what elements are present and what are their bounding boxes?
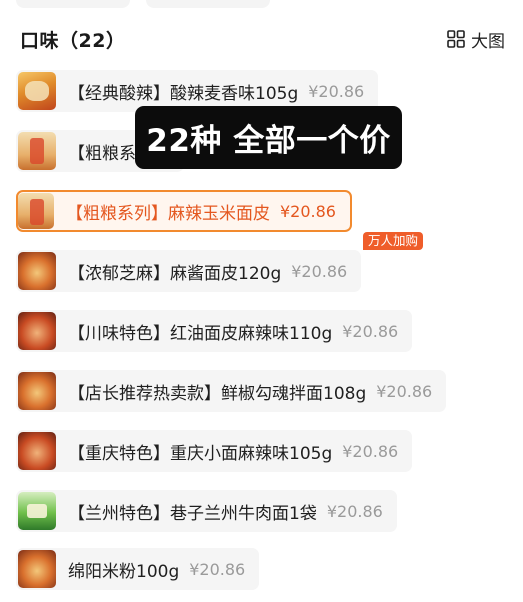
noodle-bowl-image (18, 252, 56, 290)
flavor-option-name: 【粗粮系列】麻辣玉米面皮 (66, 203, 270, 224)
flavor-option[interactable]: 【浓郁芝麻】麻酱面皮120g ¥20.86 (16, 250, 362, 292)
flavor-option-name: 【店长推荐热卖款】鲜椒勾魂拌面108g (68, 383, 367, 404)
grid-view-icon (447, 30, 465, 48)
flavor-option-name: 【重庆特色】重庆小面麻辣味105g (68, 443, 333, 464)
noodle-bag-image (18, 132, 56, 170)
flavor-option-name: 绵阳米粉100g (68, 561, 180, 582)
flavor-option[interactable]: 【兰州特色】巷子兰州牛肉面1袋 ¥20.86 (16, 490, 397, 532)
flavor-option-price: ¥20.86 (342, 441, 399, 461)
flavor-option-selected[interactable]: 【粗粮系列】麻辣玉米面皮 ¥20.86 (16, 190, 352, 232)
flavor-option-price: ¥20.86 (189, 559, 246, 579)
flavor-option-price: ¥20.86 (308, 81, 365, 101)
flavor-option-name: 【兰州特色】巷子兰州牛肉面1袋 (68, 503, 317, 524)
noodle-bowl-image (18, 372, 56, 410)
flavor-header: 口味（22） 大图 (20, 26, 505, 52)
flavor-option-name: 【经典酸辣】酸辣麦香味105g (68, 83, 299, 104)
noodle-pack-image (18, 72, 56, 110)
flavor-option[interactable]: 【重庆特色】重庆小面麻辣味105g ¥20.86 (16, 430, 413, 472)
popular-badge: 万人加购 (363, 232, 424, 250)
large-view-toggle[interactable]: 大图 (447, 27, 505, 52)
flavor-option[interactable]: 绵阳米粉100g ¥20.86 (16, 548, 260, 590)
noodle-pack-image (18, 492, 56, 530)
previous-section-tab (16, 0, 130, 8)
flavor-section-title: 口味（22） (20, 29, 126, 52)
large-view-label: 大图 (471, 31, 505, 52)
flavor-option[interactable]: 【店长推荐热卖款】鲜椒勾魂拌面108g ¥20.86 (16, 370, 447, 412)
flavor-option-price: ¥20.86 (376, 381, 433, 401)
promo-overlay: 22种 全部一个价 (135, 106, 402, 169)
previous-section-tab (146, 0, 270, 8)
flavor-option-price: ¥20.86 (326, 501, 383, 521)
flavor-option-price: ¥20.86 (280, 201, 336, 221)
flavor-option-name: 【浓郁芝麻】麻酱面皮120g (68, 263, 282, 284)
flavor-option-price: ¥20.86 (342, 321, 399, 341)
flavor-option-price: ¥20.86 (291, 261, 348, 281)
flavor-option[interactable]: 【川味特色】红油面皮麻辣味110g ¥20.86 (16, 310, 413, 352)
noodle-bowl-image (18, 312, 56, 350)
noodle-bowl-image (18, 550, 56, 588)
noodle-bag-image (18, 193, 54, 229)
flavor-option-name: 【川味特色】红油面皮麻辣味110g (68, 323, 333, 344)
noodle-bowl-image (18, 432, 56, 470)
